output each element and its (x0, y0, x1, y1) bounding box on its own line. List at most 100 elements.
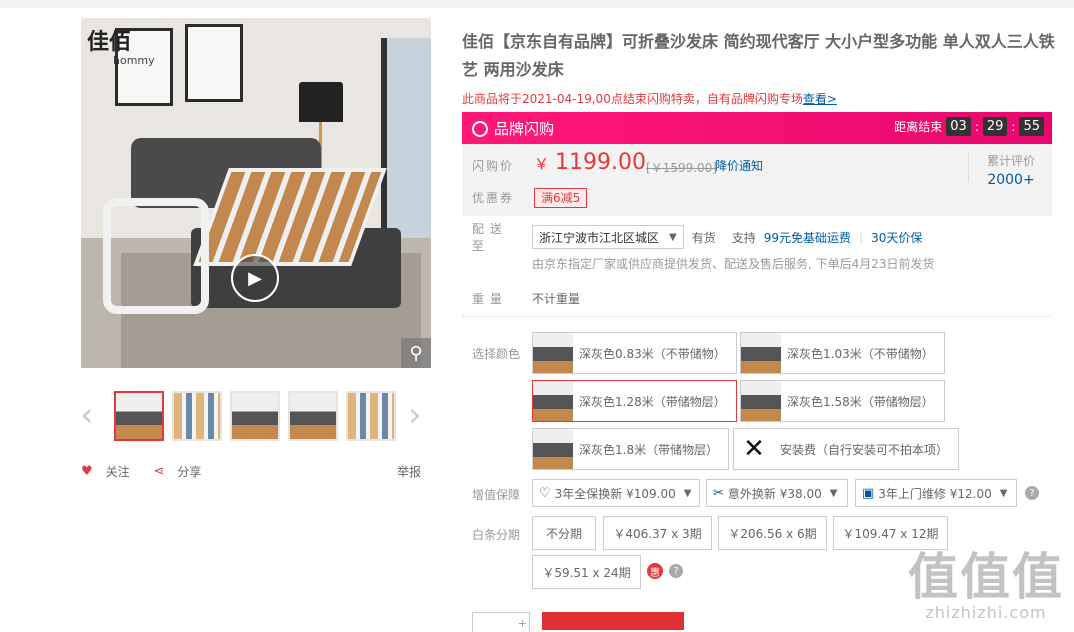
thumbnail[interactable] (346, 391, 396, 441)
countdown-sep: : (974, 119, 979, 134)
stock-status: 有货 (691, 230, 716, 245)
heart-icon: ♥ (81, 464, 93, 479)
follow-label: 关注 (105, 465, 130, 479)
thumbnail[interactable] (114, 391, 164, 441)
service-option[interactable]: ✂ 意外换新 ¥38.00 ▼ (706, 479, 848, 507)
color-option-text: 深灰色1.8米（带储物层） (579, 442, 719, 457)
thumbnail-strip (114, 391, 396, 441)
installment-option[interactable]: ￥406.37 x 3期 (603, 516, 712, 550)
share-button[interactable]: ⋖ 分享 (154, 463, 212, 480)
support-label: 支持 (731, 230, 756, 245)
chevron-down-icon: ▼ (999, 487, 1008, 499)
installment-option[interactable]: ￥206.56 x 6期 (718, 516, 827, 550)
top-bar (0, 0, 1074, 8)
coupon-label: 优惠券 (472, 191, 515, 205)
color-option[interactable]: 深灰色1.8米（带储物层） (532, 428, 730, 470)
countdown-minutes: 29 (982, 117, 1008, 136)
flash-notice-link[interactable]: 查看> (803, 92, 837, 106)
service-option[interactable]: ♡ 3年全保换新 ¥109.00 ▼ (532, 479, 700, 507)
thumbnail[interactable] (172, 391, 222, 441)
magnifier-icon[interactable]: ⚲ (401, 338, 431, 368)
countdown-hours: 03 (946, 117, 971, 136)
color-label: 选择颜色 (472, 347, 521, 361)
color-option-image (741, 333, 781, 373)
product-title: 佳佰【京东自有品牌】可折叠沙发床 简约现代客厅 大小户型多功能 单人双人三人铁 … (462, 28, 1058, 84)
product-title-line: 艺 两用沙发床 (462, 60, 564, 79)
thumbnail-image (174, 393, 220, 439)
thumbnail[interactable] (288, 391, 338, 441)
currency-symbol: ￥ (534, 155, 550, 173)
flash-sale-title-text: 品牌闪购 (494, 120, 555, 138)
color-option-image (533, 429, 573, 469)
review-summary[interactable]: 累计评价 2000+ (968, 152, 1053, 188)
plus-icon[interactable]: + (518, 617, 527, 630)
chevron-down-icon: ▼ (669, 231, 677, 243)
service-option-text: 3年全保换新 ¥109.00 (554, 486, 676, 501)
countdown: 距离结束 03 : 29 : 55 (894, 117, 1044, 136)
thumbnail-prev-icon[interactable]: ‹ (80, 398, 94, 432)
countdown-seconds: 55 (1019, 117, 1044, 136)
service-label: 增值保障 (472, 488, 521, 502)
color-option-image (741, 381, 781, 421)
flash-notice: 此商品将于2021-04-19,00点结束闪购特卖，自有品牌闪购专场查看> (462, 90, 837, 107)
delivery-note-row: 由京东指定厂家或供应商提供发货、配送及售后服务, 下单后4月23日前发货 (532, 255, 935, 272)
original-price: [￥1599.00] (646, 159, 717, 176)
image-sofa-arm (103, 198, 209, 314)
discount-badge[interactable]: 惠 (647, 563, 663, 579)
freight-link[interactable]: 99元免基础运费 (764, 229, 851, 246)
share-label: 分享 (177, 465, 202, 479)
main-product-image[interactable]: 佳佰 hommy ▶ ⚲ (81, 18, 431, 368)
product-title-line: 佳佰【京东自有品牌】可折叠沙发床 简约现代客厅 大小户型多功能 单人双人三人铁 (462, 32, 1055, 51)
address-selector[interactable]: 浙江宁波市江北区城区 ▼ (532, 225, 684, 249)
flash-price: ￥ 1199.00 (534, 150, 646, 175)
install-option[interactable]: ✕ 安装费（自行安装可不拍本项） (733, 428, 960, 470)
product-actions: ♥ 关注 ⋖ 分享 举报 (81, 463, 431, 479)
installment-option[interactable]: ￥109.47 x 12期 (833, 516, 948, 550)
shield-heart-icon: ♡ (539, 485, 551, 501)
follow-button[interactable]: ♥ 关注 (81, 463, 140, 480)
chevron-down-icon: ▼ (683, 487, 692, 499)
weight-value: 不计重量 (532, 292, 581, 306)
coupon-badge[interactable]: 满6减5 (534, 188, 588, 208)
color-option[interactable]: 深灰色1.58米（带储物层） (740, 380, 945, 422)
thumbnail-image (116, 393, 162, 439)
service-option-text: 3年上门维修 ¥12.00 (878, 486, 992, 501)
service-option[interactable]: ▣ 3年上门维修 ¥12.00 ▼ (855, 479, 1017, 507)
color-option-text: 深灰色1.58米（带储物层） (787, 394, 934, 409)
repair-icon: ▣ (862, 485, 875, 501)
thumbnail[interactable] (230, 391, 280, 441)
color-option-text: 深灰色0.83米（不带储物） (579, 346, 726, 361)
thumbnail-image (348, 393, 394, 439)
brand-logo-sub: hommy (113, 54, 155, 67)
thumbnail-image (290, 393, 336, 439)
question-icon[interactable]: ? (669, 564, 683, 578)
price-value: 1199.00 (555, 150, 646, 175)
color-row: 选择颜色 (472, 345, 524, 362)
quantity-stepper[interactable]: + (472, 612, 530, 632)
original-price-text: [￥1599.00] (646, 161, 717, 175)
color-option[interactable]: 深灰色1.03米（不带储物） (740, 332, 945, 374)
brand-logo: 佳佰 hommy (87, 24, 155, 67)
report-link[interactable]: 举报 (397, 463, 421, 480)
installment-option[interactable]: ￥59.51 x 24期 (532, 555, 641, 589)
thumbnail-next-icon[interactable]: › (408, 398, 422, 432)
delivery-row: 配送至 浙江宁波市江北区城区 ▼ 有货 支持 99元免基础运费 | 30天价保 (472, 220, 922, 254)
play-icon[interactable]: ▶ (231, 254, 279, 302)
color-option-image (533, 381, 573, 421)
color-option-selected[interactable]: 深灰色1.28米（带储物层） (532, 380, 737, 422)
color-option[interactable]: 深灰色0.83米（不带储物） (532, 332, 737, 374)
share-icon: ⋖ (153, 464, 165, 479)
installment-label: 白条分期 (472, 528, 521, 542)
color-option-image (533, 333, 573, 373)
alarm-clock-icon (472, 120, 488, 137)
add-to-cart-button[interactable] (542, 612, 684, 630)
flash-notice-text: 此商品将于2021-04-19,00点结束闪购特卖，自有品牌闪购专场 (462, 92, 803, 106)
countdown-sep: : (1011, 119, 1016, 134)
review-count: 2000+ (987, 172, 1035, 188)
installment-option[interactable]: 不分期 (532, 516, 596, 550)
service-option-text: 意外换新 ¥38.00 (727, 486, 822, 501)
price-notify-link[interactable]: 降价通知 (715, 157, 763, 174)
watermark-logo: 值值值 (908, 548, 1064, 606)
question-icon[interactable]: ? (1025, 486, 1039, 500)
price-protect-link[interactable]: 30天价保 (871, 229, 922, 246)
